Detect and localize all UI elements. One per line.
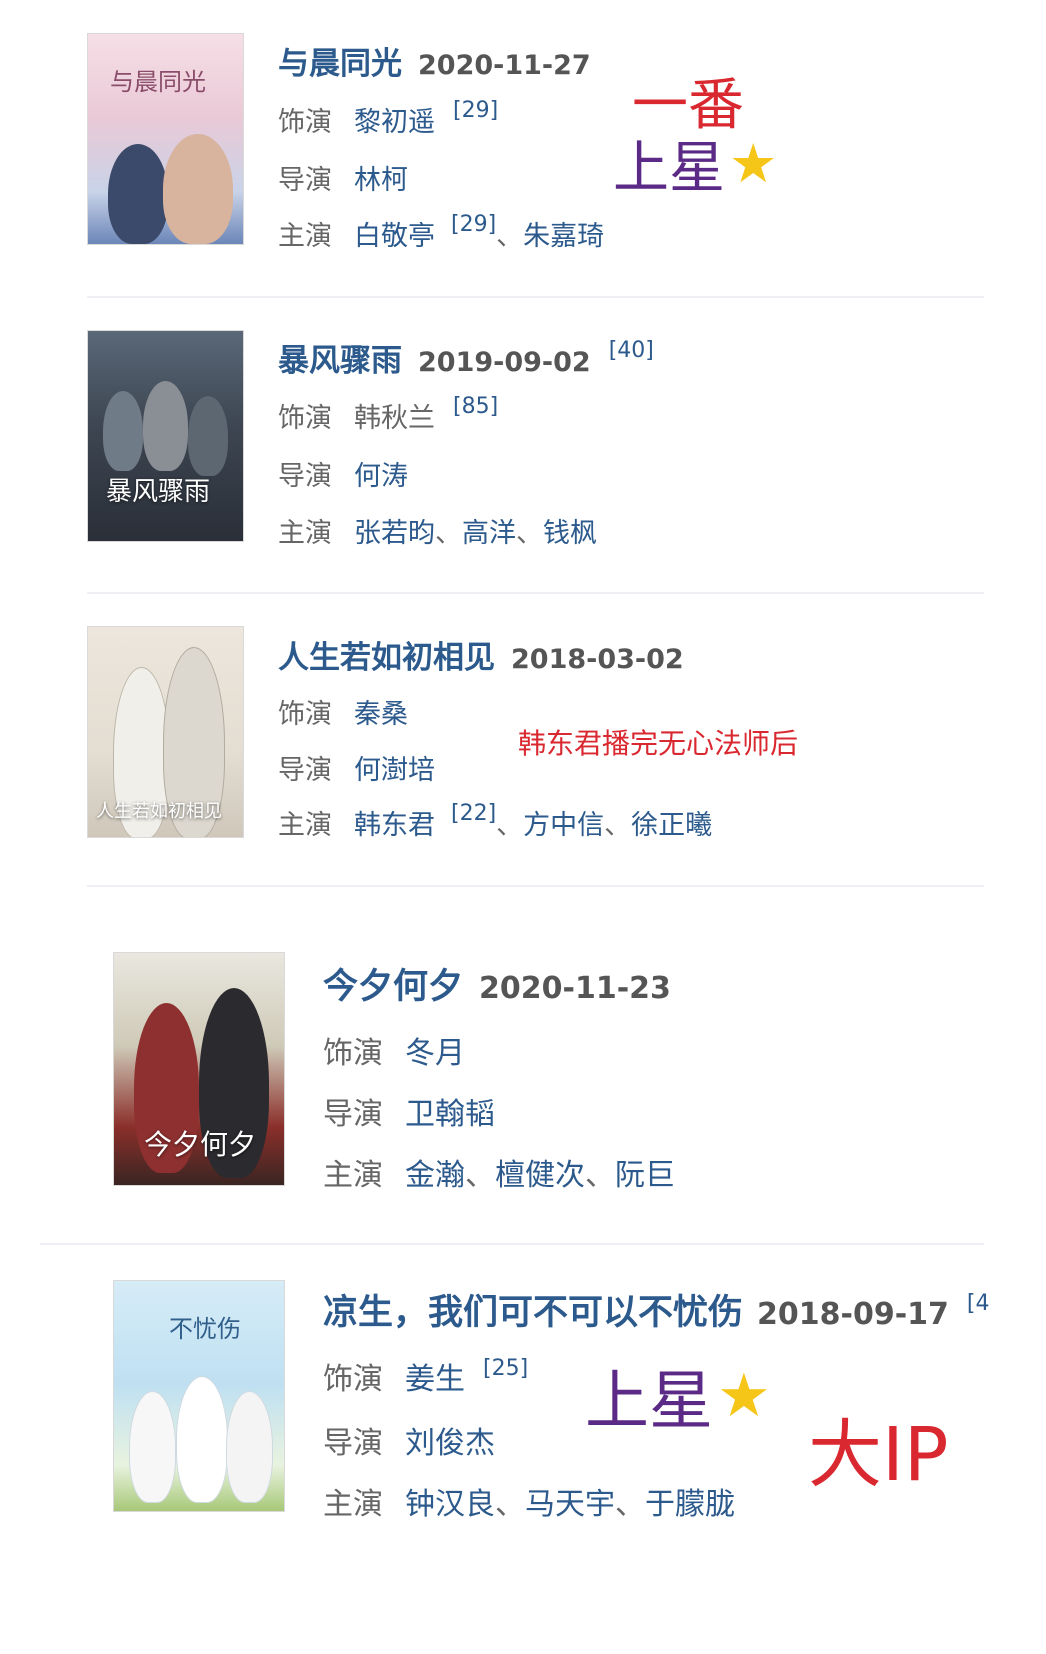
separator: 、 — [604, 810, 632, 841]
divider — [87, 885, 984, 887]
cast-member[interactable]: 金瀚 — [405, 1150, 465, 1194]
director-value[interactable]: 刘俊杰 — [405, 1418, 495, 1462]
cast-member[interactable]: 韩东君 — [354, 803, 435, 842]
separator: 、 — [615, 1487, 645, 1522]
separator: 、 — [496, 810, 524, 841]
cast-member[interactable]: 徐正曦 — [631, 803, 712, 842]
separator: 、 — [495, 1487, 525, 1522]
cast-label: 主演 — [278, 221, 332, 252]
poster-figure — [226, 1391, 273, 1503]
poster-figure — [188, 396, 228, 476]
cast-label: 主演 — [323, 1487, 383, 1522]
citation-ref[interactable]: [29] — [451, 212, 496, 237]
director-label: 导演 — [323, 1097, 383, 1132]
cast-label: 主演 — [323, 1158, 383, 1193]
poster-title-text: 暴风骤雨 — [106, 477, 211, 507]
star-icon: ★ — [717, 1361, 771, 1431]
separator: 、 — [496, 221, 524, 252]
role-value[interactable]: 姜生 — [405, 1354, 465, 1398]
citation-ref[interactable]: [85] — [453, 394, 498, 419]
poster-image[interactable]: 今夕何夕 — [113, 952, 285, 1186]
air-date: 2020-11-23 — [479, 971, 671, 1006]
cast-member[interactable]: 高洋 — [462, 511, 516, 550]
cast-member[interactable]: 阮巨 — [615, 1150, 675, 1194]
director-label: 导演 — [278, 165, 332, 196]
annotation-satellite-text: 上星 — [613, 136, 725, 201]
star-icon: ★ — [729, 132, 778, 195]
cast-member[interactable]: 张若昀 — [354, 511, 435, 550]
director-value[interactable]: 何涛 — [354, 454, 408, 493]
poster-figure — [103, 391, 143, 471]
separator: 、 — [585, 1158, 615, 1193]
citation-ref[interactable]: [4 — [967, 1291, 990, 1316]
director-label: 导演 — [278, 755, 332, 786]
role-label: 饰演 — [278, 107, 332, 138]
poster-title-text: 今夕何夕 — [144, 1128, 257, 1161]
poster-image[interactable]: 不忧伤 — [113, 1280, 285, 1512]
cast-member[interactable]: 钱枫 — [543, 511, 597, 550]
role-value[interactable]: 黎初遥 — [354, 100, 435, 139]
divider — [40, 1243, 984, 1245]
role-value[interactable]: 冬月 — [405, 1028, 465, 1072]
cast-member[interactable]: 白敬亭 — [354, 214, 435, 253]
poster-figure — [176, 1376, 228, 1503]
role-label: 饰演 — [278, 403, 332, 434]
poster-image[interactable]: 与晨同光 — [87, 33, 244, 245]
annotation-satellite-text: 上星 — [585, 1365, 713, 1439]
poster-figure — [129, 1391, 176, 1503]
drama-title[interactable]: 今夕何夕 — [323, 958, 463, 1009]
drama-title[interactable]: 凉生，我们可不可以不忧伤 — [323, 1284, 743, 1335]
cast-member[interactable]: 檀健次 — [495, 1150, 585, 1194]
citation-ref[interactable]: [25] — [483, 1356, 528, 1381]
cast-label: 主演 — [278, 518, 332, 549]
divider — [87, 296, 984, 298]
drama-title[interactable]: 人生若如初相见 — [278, 632, 495, 677]
drama-title[interactable]: 与晨同光 — [278, 38, 402, 83]
cast-member[interactable]: 朱嘉琦 — [523, 214, 604, 253]
director-value[interactable]: 卫翰韬 — [405, 1089, 495, 1133]
citation-ref[interactable]: [40] — [609, 338, 654, 363]
poster-figure — [163, 134, 233, 244]
air-date: 2018-03-02 — [511, 644, 684, 675]
role-label: 饰演 — [323, 1362, 383, 1397]
director-value[interactable]: 林柯 — [354, 158, 408, 197]
poster-title-text: 不忧伤 — [169, 1315, 241, 1343]
annotation-note: 韩东君播完无心法师后 — [518, 727, 799, 760]
separator: 、 — [516, 518, 543, 549]
cast-member[interactable]: 马天宇 — [525, 1479, 615, 1523]
air-date: 2020-11-27 — [418, 50, 591, 81]
cast-member[interactable]: 方中信 — [523, 803, 604, 842]
air-date: 2018-09-17 — [757, 1297, 949, 1332]
poster-figure — [108, 144, 168, 244]
separator: 、 — [465, 1158, 495, 1193]
director-label: 导演 — [278, 461, 332, 492]
citation-ref[interactable]: [29] — [453, 98, 498, 123]
divider — [87, 592, 984, 594]
poster-image[interactable]: 暴风骤雨 — [87, 330, 244, 542]
annotation-satellite: 上星 ★ — [613, 123, 777, 204]
cast-label: 主演 — [278, 810, 332, 841]
citation-ref[interactable]: [22] — [451, 801, 496, 826]
director-label: 导演 — [323, 1426, 383, 1461]
cast-member[interactable]: 钟汉良 — [405, 1479, 495, 1523]
role-value[interactable]: 秦桑 — [354, 692, 408, 731]
annotation-big-ip: 大IP — [808, 1412, 949, 1498]
role-label: 饰演 — [278, 699, 332, 730]
poster-title-text: 人生若如初相见 — [96, 801, 222, 822]
annotation-satellite: 上星 ★ — [585, 1350, 771, 1442]
poster-figure — [143, 381, 188, 471]
director-value[interactable]: 何澍培 — [354, 748, 435, 787]
role-value[interactable]: 韩秋兰 — [354, 396, 435, 435]
air-date: 2019-09-02 — [418, 347, 591, 378]
poster-image[interactable]: 人生若如初相见 — [87, 626, 244, 838]
separator: 、 — [435, 518, 462, 549]
poster-title-text: 与晨同光 — [110, 68, 206, 96]
drama-title[interactable]: 暴风骤雨 — [278, 335, 402, 380]
role-label: 饰演 — [323, 1036, 383, 1071]
cast-member[interactable]: 于朦胧 — [645, 1479, 735, 1523]
